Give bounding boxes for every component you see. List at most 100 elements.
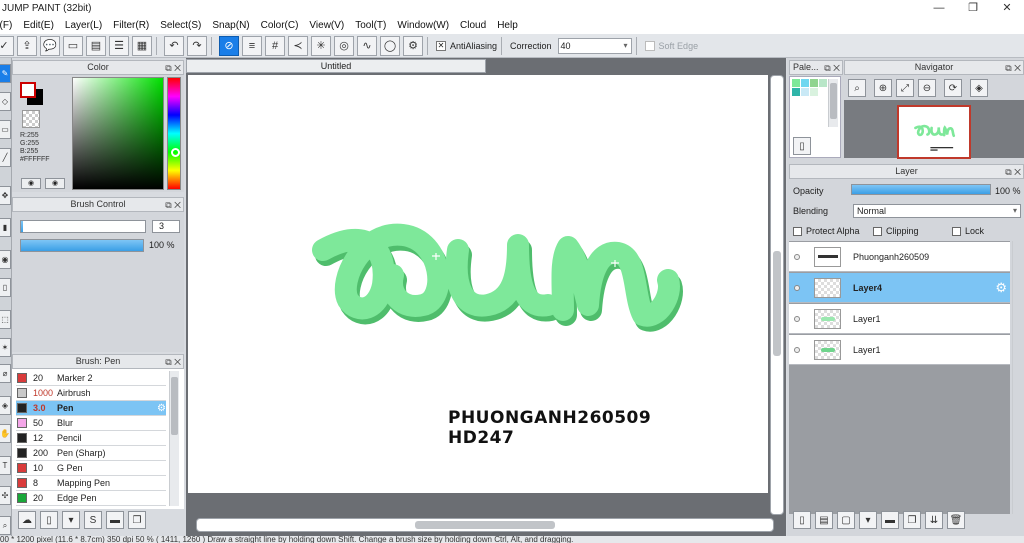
brush-item[interactable]: 200 Pen (Sharp) [16,446,166,461]
navigator-viewport[interactable] [897,105,971,159]
palette-add-icon[interactable]: ▯ [793,137,811,155]
brush-tool-icon[interactable]: ╱ [0,148,11,167]
maximize-button[interactable]: ❐ [956,0,990,17]
menu-file[interactable]: e(F) [0,20,12,31]
hue-knob[interactable] [171,148,180,157]
saturation-value-picker[interactable] [72,77,164,190]
correction-select[interactable]: 40 [557,37,632,54]
brush-item[interactable]: 20 Edge Pen [16,491,166,506]
text-tool-icon[interactable]: T [0,456,11,475]
clipping-option[interactable]: Clipping [873,226,919,237]
zoom-minus-icon[interactable]: ⊖ [918,79,936,97]
eraser-tool-icon[interactable]: ◇ [0,92,11,111]
brush-size-value[interactable]: 3 [152,220,180,233]
brush-opacity-slider[interactable] [20,239,144,252]
layer-list-scrollbar[interactable] [1012,241,1022,514]
visibility-icon[interactable] [794,315,800,322]
layer-item[interactable]: Layer1 [789,304,1010,334]
flip-icon[interactable]: ◈ [970,79,988,97]
color-mode-icon[interactable]: ◉ [21,178,41,189]
redo-icon[interactable]: ↷ [187,35,207,56]
panel-window-buttons[interactable]: ⧉ ✕ [165,62,181,75]
menu-color[interactable]: Color(C) [261,20,299,31]
transform-tool-icon[interactable]: ✣ [0,486,11,505]
cloud-check-icon[interactable]: ✓ [0,35,14,56]
brush-item[interactable]: 1000 Airbrush [16,386,166,401]
undo-icon[interactable]: ↶ [164,35,184,56]
visibility-icon[interactable] [794,284,800,291]
canvas-horizontal-scrollbar[interactable] [196,518,774,532]
speech-bubble-icon[interactable]: ▭ [63,35,83,56]
zoom-in-icon[interactable]: ⊕ [874,79,892,97]
panel-window-buttons[interactable]: ⧉ ✕ [165,199,181,212]
protect-alpha-option[interactable]: Protect Alpha [793,226,860,237]
merge-layer-icon[interactable]: ⇊ [925,511,943,529]
palette-swatch[interactable] [819,79,827,87]
pen-tool-icon[interactable]: ✎ [0,64,11,83]
menu-layer[interactable]: Layer(L) [65,20,102,31]
duplicate-brush-icon[interactable]: ❐ [128,511,146,529]
palette-swatch[interactable] [810,88,818,96]
color-swap-icon[interactable]: ◉ [45,178,65,189]
brush-item[interactable]: 10 G Pen [16,461,166,476]
new-brush-icon[interactable]: ▯ [40,511,58,529]
brush-folder-icon[interactable]: ▬ [106,511,124,529]
fit-icon[interactable]: ⤢ [896,79,914,97]
zoom-out-icon[interactable]: ⌕ [848,79,866,97]
lock-option[interactable]: Lock [952,226,984,237]
rotate-icon[interactable]: ⟳ [944,79,962,97]
menu-tool[interactable]: Tool(T) [355,20,386,31]
minimize-button[interactable]: — [922,0,956,17]
scrollbar-thumb[interactable] [773,251,781,356]
brush-item[interactable]: 12 Pencil [16,431,166,446]
gradient-tool-icon[interactable]: ▯ [0,278,11,297]
menu-view[interactable]: View(V) [309,20,344,31]
brush-size-slider[interactable] [20,220,146,233]
magic-wand-icon[interactable]: ✶ [0,338,11,357]
zoom-tool-icon[interactable]: ⌕ [0,516,11,535]
palette-scrollbar[interactable] [828,79,838,127]
brush-cloud-icon[interactable]: ☁ [18,511,36,529]
circle-snap-icon[interactable]: ◯ [380,35,400,56]
grid-snap-icon[interactable]: # [265,35,285,56]
radial-snap-icon[interactable]: ✳ [311,35,331,56]
panel-window-buttons[interactable]: ⧉ ✕ [1005,166,1021,179]
menu-window[interactable]: Window(W) [397,20,449,31]
scrollbar-thumb[interactable] [171,377,178,435]
menu-filter[interactable]: Filter(R) [113,20,149,31]
document-tab[interactable]: Untitled [186,59,486,73]
menu-cloud[interactable]: Cloud [460,20,486,31]
list-panel-icon[interactable]: ☰ [109,35,129,56]
blending-select[interactable]: Normal [853,204,1021,218]
move-tool-icon[interactable]: ✥ [0,186,11,205]
new-1bit-layer-icon[interactable]: ▢ [837,511,855,529]
curve-snap-icon[interactable]: ∿ [357,35,377,56]
visibility-icon[interactable] [794,346,800,353]
palette-swatch[interactable] [801,88,809,96]
layer-item[interactable]: Layer1 [789,335,1010,365]
layer-opacity-slider[interactable] [851,184,991,195]
bucket-tool-icon[interactable]: ◉ [0,250,11,269]
duplicate-layer-icon[interactable]: ❐ [903,511,921,529]
dropper-tool-icon[interactable]: ⌀ [0,364,11,383]
clipping-checkbox[interactable] [873,227,882,237]
parallel-snap-icon[interactable]: ≡ [242,35,262,56]
visibility-icon[interactable] [794,253,800,260]
snap-off-icon[interactable]: ⊘ [219,35,239,56]
menu-help[interactable]: Help [497,20,518,31]
panel-window-buttons[interactable]: ⧉ ✕ [1005,62,1021,75]
brush-item[interactable]: 50 Blur [16,416,166,431]
canvas-vertical-scrollbar[interactable] [770,75,784,515]
lock-checkbox[interactable] [952,227,961,237]
menu-edit[interactable]: Edit(E) [23,20,54,31]
gear-icon[interactable]: ⚙ [995,280,1007,296]
brush-item[interactable]: 8 Mapping Pen [16,476,166,491]
eyedropper-icon[interactable]: ◈ [0,396,11,415]
gear-icon[interactable]: ⚙ [157,403,166,414]
delete-layer-icon[interactable]: 🗑 [947,511,965,529]
document-canvas[interactable]: PHUONGANH260509 HD247 [188,75,768,493]
new-layer-icon[interactable]: ▯ [793,511,811,529]
document-icon[interactable]: ▤ [86,35,106,56]
brush-item-selected[interactable]: 3.0 Pen ⚙ [16,401,166,416]
brush-item[interactable]: 20 Marker 2 [16,371,166,386]
